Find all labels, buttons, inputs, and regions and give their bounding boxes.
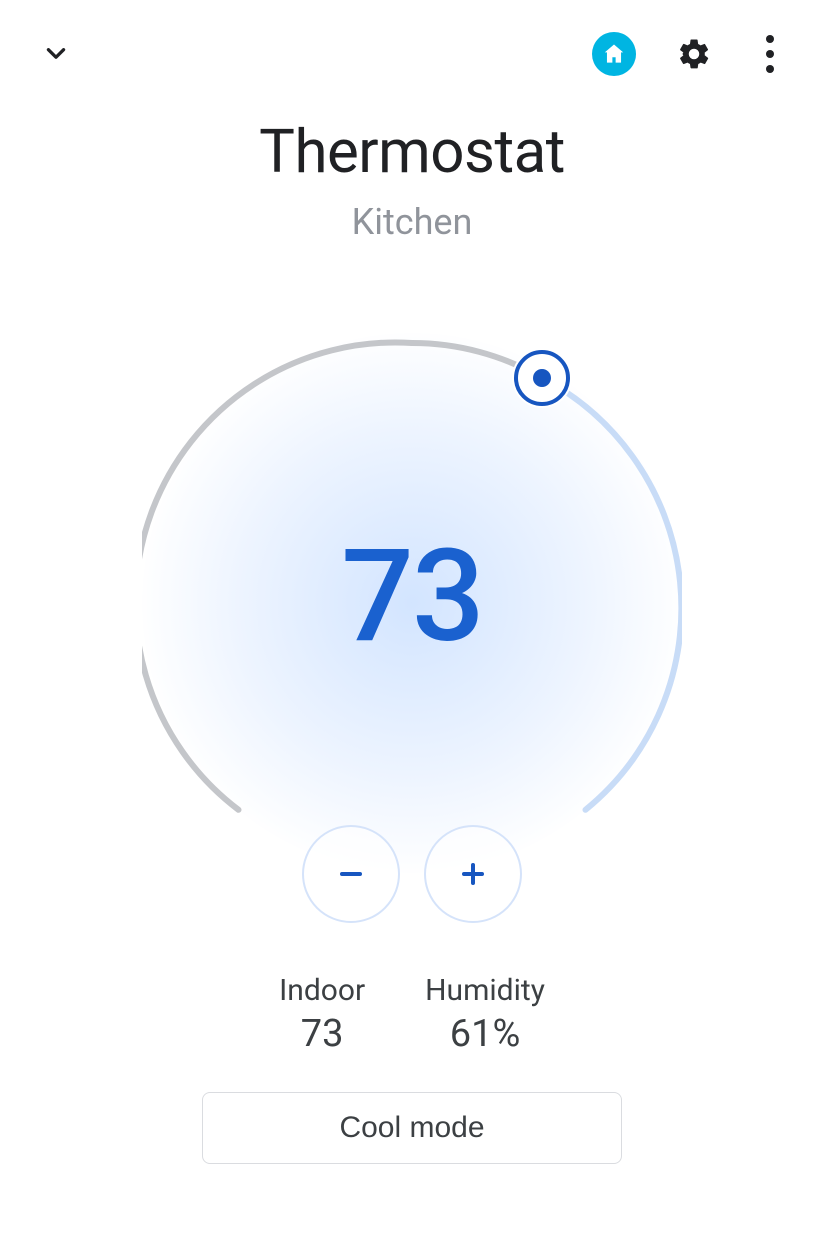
setpoint-temperature: 73 bbox=[341, 522, 483, 672]
indoor-label: Indoor bbox=[279, 973, 365, 1008]
indoor-value: 73 bbox=[279, 1012, 365, 1056]
humidity-value: 61% bbox=[425, 1012, 545, 1056]
mode-button[interactable]: Cool mode bbox=[202, 1092, 622, 1164]
dot-icon bbox=[766, 50, 774, 58]
settings-gear-icon[interactable] bbox=[672, 32, 716, 76]
page-title: Thermostat bbox=[0, 116, 824, 187]
temperature-handle[interactable] bbox=[514, 350, 570, 406]
increase-temperature-button[interactable] bbox=[424, 825, 522, 923]
handle-outer-ring bbox=[514, 350, 570, 406]
humidity-label: Humidity bbox=[425, 973, 545, 1008]
back-chevron-icon[interactable] bbox=[36, 34, 76, 74]
home-icon[interactable] bbox=[592, 32, 636, 76]
dot-icon bbox=[766, 35, 774, 43]
dot-icon bbox=[766, 65, 774, 73]
more-vertical-icon[interactable] bbox=[752, 32, 788, 76]
humidity-stat: Humidity 61% bbox=[425, 973, 545, 1056]
decrease-temperature-button[interactable] bbox=[302, 825, 400, 923]
room-label: Kitchen bbox=[0, 201, 824, 243]
indoor-stat: Indoor 73 bbox=[279, 973, 365, 1056]
temperature-dial[interactable]: 73 bbox=[142, 333, 682, 873]
handle-inner-dot bbox=[533, 369, 551, 387]
